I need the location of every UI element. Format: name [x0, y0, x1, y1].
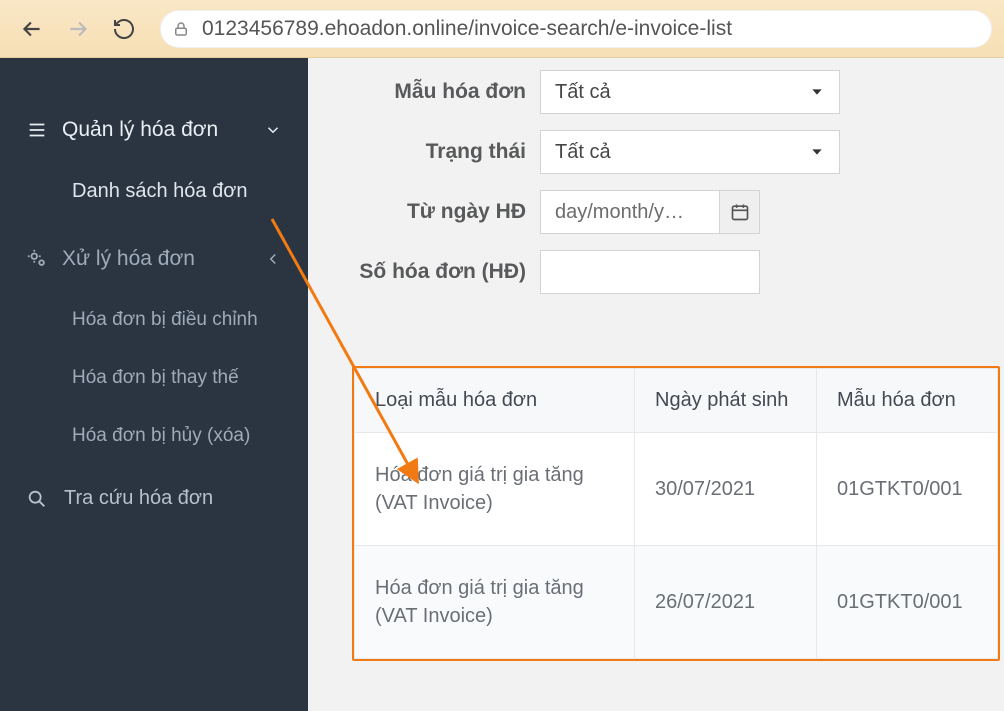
sidebar-item-manage-invoice[interactable]: Quản lý hóa đơn: [0, 98, 308, 162]
date-placeholder: day/month/y…: [555, 201, 719, 224]
select-template[interactable]: Tất cả: [540, 70, 840, 114]
url-text: 0123456789.ehoadon.online/invoice-search…: [202, 17, 732, 41]
select-value: Tất cả: [555, 141, 611, 164]
lock-icon: [170, 18, 192, 40]
sidebar-item-label: Danh sách hóa đơn: [72, 180, 247, 202]
sidebar-item-label: Hóa đơn bị hủy (xóa): [72, 425, 250, 446]
sidebar-item-label: Quản lý hóa đơn: [62, 118, 218, 142]
sidebar-item-process-invoice[interactable]: Xử lý hóa đơn: [0, 227, 308, 291]
caret-down-icon: [809, 84, 825, 100]
address-bar[interactable]: 0123456789.ehoadon.online/invoice-search…: [160, 10, 992, 48]
main-content: Mẫu hóa đơn Tất cả Trạng thái Tất cả Từ …: [308, 58, 1004, 711]
gears-icon: [26, 248, 48, 270]
table-row[interactable]: Hóa đơn giá trị gia tăng (VAT Invoice) 3…: [355, 433, 998, 546]
sidebar-item-label: Hóa đơn bị điều chỉnh: [72, 309, 258, 330]
reload-icon: [112, 17, 136, 41]
sidebar-subitem-invoice-list[interactable]: Danh sách hóa đơn: [0, 162, 308, 221]
select-status[interactable]: Tất cả: [540, 130, 840, 174]
sidebar-item-label: Xử lý hóa đơn: [62, 247, 195, 271]
th-type[interactable]: Loại mẫu hóa đơn: [355, 369, 635, 433]
results-table: Loại mẫu hóa đơn Ngày phát sinh Mẫu hóa …: [352, 366, 1000, 661]
sidebar-subitem-replaced[interactable]: Hóa đơn bị thay thế: [0, 349, 308, 407]
chevron-left-icon: [264, 250, 282, 268]
table-row[interactable]: Hóa đơn giá trị gia tăng (VAT Invoice) 2…: [355, 546, 998, 659]
date-input-from[interactable]: day/month/y…: [540, 190, 760, 234]
cell-template: 01GTKT0/001: [817, 546, 998, 659]
filter-label-number: Số hóa đơn (HĐ): [352, 260, 540, 284]
filter-label-status: Trạng thái: [352, 140, 540, 164]
calendar-icon[interactable]: [719, 191, 759, 233]
sidebar-item-label: Hóa đơn bị thay thế: [72, 367, 239, 388]
select-value: Tất cả: [555, 81, 611, 104]
arrow-right-icon: [65, 16, 91, 42]
filter-label-fromdate: Từ ngày HĐ: [352, 200, 540, 224]
cell-date: 30/07/2021: [635, 433, 817, 546]
chevron-down-icon: [264, 121, 282, 139]
cell-template: 01GTKT0/001: [817, 433, 998, 546]
cell-type: Hóa đơn giá trị gia tăng (VAT Invoice): [355, 546, 635, 659]
sidebar-item-search-invoice[interactable]: Tra cứu hóa đơn: [0, 465, 308, 532]
input-invoice-number[interactable]: [540, 250, 760, 294]
list-icon: [26, 119, 48, 141]
back-button[interactable]: [12, 10, 52, 48]
sidebar-item-label: Tra cứu hóa đơn: [64, 487, 213, 510]
filter-label-template: Mẫu hóa đơn: [352, 80, 540, 104]
caret-down-icon: [809, 144, 825, 160]
reload-button[interactable]: [104, 10, 144, 48]
sidebar-subitem-adjusted[interactable]: Hóa đơn bị điều chỉnh: [0, 291, 308, 349]
cell-type: Hóa đơn giá trị gia tăng (VAT Invoice): [355, 433, 635, 546]
th-date[interactable]: Ngày phát sinh: [635, 369, 817, 433]
browser-toolbar: 0123456789.ehoadon.online/invoice-search…: [0, 0, 1004, 58]
cell-date: 26/07/2021: [635, 546, 817, 659]
sidebar: Quản lý hóa đơn Danh sách hóa đơn Xử lý …: [0, 58, 308, 711]
search-icon: [26, 488, 48, 510]
sidebar-subitem-cancelled[interactable]: Hóa đơn bị hủy (xóa): [0, 407, 308, 465]
forward-button[interactable]: [58, 10, 98, 48]
th-template[interactable]: Mẫu hóa đơn: [817, 369, 998, 433]
arrow-left-icon: [19, 16, 45, 42]
